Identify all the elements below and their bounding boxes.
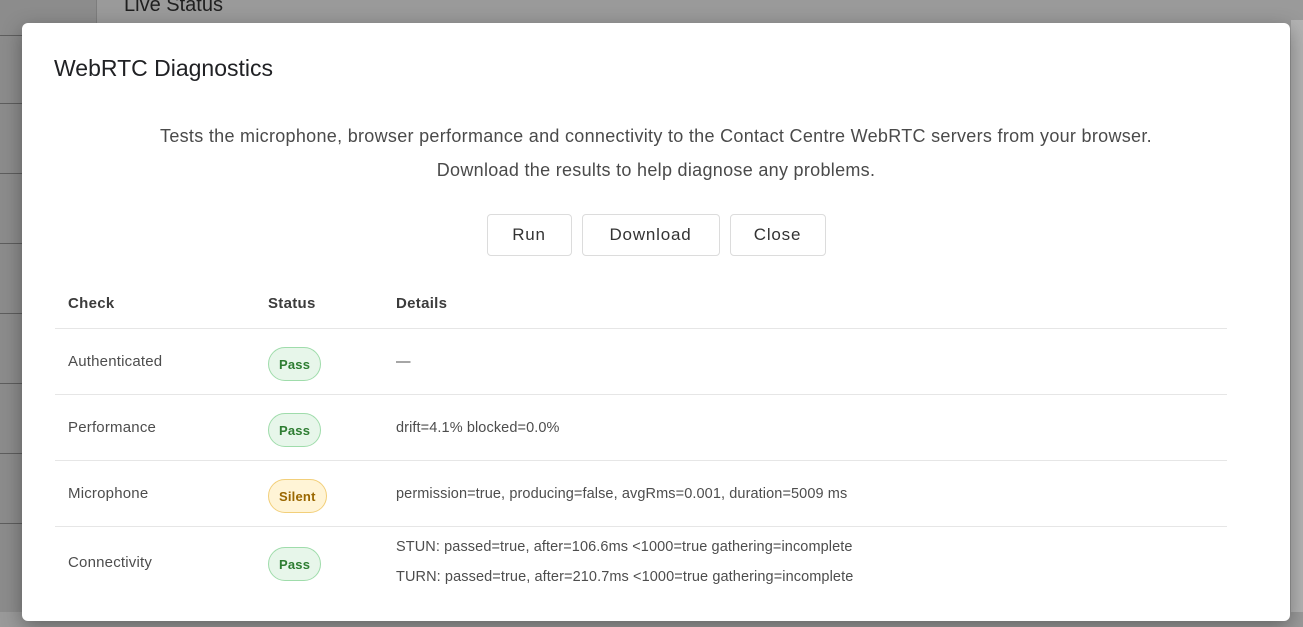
column-header-check: Check: [55, 278, 255, 329]
background-divider: [0, 103, 22, 104]
download-button[interactable]: Download: [581, 214, 720, 256]
details-cell: —: [383, 328, 1227, 395]
run-button[interactable]: Run: [486, 214, 572, 256]
dialog-title: WebRTC Diagnostics: [54, 55, 274, 81]
check-name: Microphone: [55, 460, 255, 527]
status-cell: Pass: [255, 527, 383, 598]
status-cell: Pass: [255, 328, 383, 395]
details-text: STUN: passed=true, after=106.6ms <1000=t…: [396, 539, 853, 555]
details-cell: STUN: passed=true, after=106.6ms <1000=t…: [383, 527, 1227, 598]
background-right-edge: [1291, 20, 1303, 627]
details-text: —: [396, 353, 411, 370]
details-text: TURN: passed=true, after=210.7ms <1000=t…: [396, 569, 854, 585]
background-page-title: Live Status: [124, 0, 223, 16]
background-divider: [0, 243, 22, 244]
table-row: Authenticated Pass —: [55, 328, 1227, 395]
dialog-actions: Run Download Close: [22, 214, 1290, 256]
table-row: Microphone Silent permission=true, produ…: [55, 460, 1227, 527]
status-badge: Pass: [268, 547, 322, 581]
background-divider: [0, 35, 22, 36]
background-divider: [0, 383, 22, 384]
results-table: Check Status Details Authenticated Pass …: [55, 278, 1227, 597]
table-row: Connectivity Pass STUN: passed=true, aft…: [55, 527, 1227, 598]
status-badge: Silent: [268, 478, 327, 513]
status-badge: Pass: [268, 412, 322, 447]
dialog-description: Tests the microphone, browser performanc…: [22, 119, 1290, 187]
background-divider: [0, 313, 22, 314]
details-text: drift=4.1% blocked=0.0%: [396, 419, 560, 436]
check-name: Performance: [55, 394, 255, 461]
background-divider: [0, 453, 22, 454]
status-cell: Silent: [255, 460, 383, 527]
details-cell: permission=true, producing=false, avgRms…: [383, 460, 1227, 527]
details-cell: drift=4.1% blocked=0.0%: [383, 394, 1227, 461]
diagnostics-dialog: WebRTC Diagnostics Tests the microphone,…: [22, 23, 1290, 621]
column-header-details: Details: [383, 278, 1227, 329]
check-name: Authenticated: [55, 328, 255, 395]
table-header-row: Check Status Details: [55, 278, 1227, 329]
status-cell: Pass: [255, 394, 383, 461]
close-button[interactable]: Close: [729, 214, 826, 256]
description-line: Download the results to help diagnose an…: [436, 160, 876, 180]
details-text: permission=true, producing=false, avgRms…: [396, 485, 848, 502]
background-divider: [0, 523, 22, 524]
background-divider: [0, 173, 22, 174]
column-header-status: Status: [255, 278, 383, 329]
check-name: Connectivity: [68, 553, 153, 571]
status-badge: Pass: [268, 346, 322, 381]
description-line: Tests the microphone, browser performanc…: [160, 126, 1152, 146]
table-row: Performance Pass drift=4.1% blocked=0.0%: [55, 394, 1227, 461]
